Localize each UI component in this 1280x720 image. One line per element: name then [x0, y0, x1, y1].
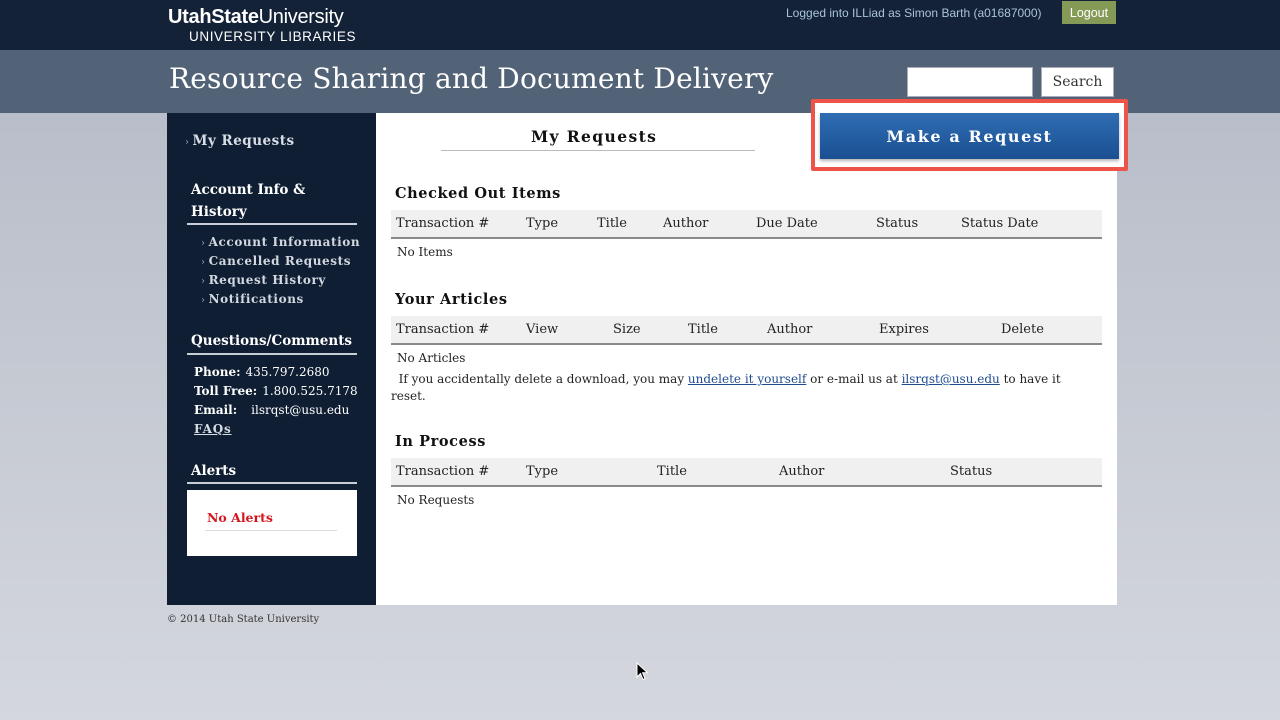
column-header[interactable]: Status: [950, 464, 992, 479]
account-info-heading: Account Info & History: [191, 182, 306, 220]
column-header[interactable]: Type: [526, 464, 558, 479]
in-process-empty: No Requests: [397, 493, 475, 507]
usu-libraries-logo[interactable]: UtahStateUniversity UNIVERSITY LIBRARIES: [168, 5, 356, 45]
sidebar-item-notifications[interactable]: › Notifications: [201, 292, 304, 306]
articles-heading: Your Articles: [395, 291, 508, 308]
email-link[interactable]: ilsrqst@usu.edu: [902, 372, 1000, 386]
articles-table-header: Transaction # View Size Title Author Exp…: [391, 316, 1102, 345]
column-header[interactable]: View: [526, 322, 558, 337]
column-header[interactable]: Type: [526, 216, 558, 231]
chevron-right-icon: ›: [201, 257, 206, 268]
sidebar-divider: [187, 223, 357, 225]
top-bar: UtahStateUniversity UNIVERSITY LIBRARIES…: [0, 0, 1280, 50]
sidebar: › My Requests Account Info & History › Acc…: [167, 113, 376, 605]
column-header[interactable]: Delete: [1001, 322, 1044, 337]
sidebar-item-request-history[interactable]: › Request History: [201, 273, 326, 287]
chevron-right-icon: ›: [185, 137, 190, 148]
column-header[interactable]: Title: [657, 464, 687, 479]
in-process-table-header: Transaction # Type Title Author Status: [391, 458, 1102, 487]
logout-button[interactable]: Logout: [1062, 1, 1116, 24]
search-input[interactable]: [907, 67, 1033, 97]
checked-out-table-header: Transaction # Type Title Author Due Date…: [391, 210, 1102, 239]
chevron-right-icon: ›: [201, 238, 206, 249]
column-header[interactable]: Author: [663, 216, 708, 231]
column-header[interactable]: Size: [613, 322, 641, 337]
questions-heading: Questions/Comments: [191, 333, 353, 349]
undelete-link[interactable]: undelete it yourself: [688, 372, 806, 386]
mouse-cursor-icon: [636, 662, 649, 681]
column-header[interactable]: Author: [779, 464, 824, 479]
logo-wordmark: UtahStateUniversity: [168, 6, 344, 28]
make-request-highlight: Make a Request: [811, 99, 1128, 171]
logo-subtitle: UNIVERSITY LIBRARIES: [189, 29, 357, 44]
sidebar-divider: [187, 482, 357, 484]
chevron-right-icon: ›: [201, 295, 206, 306]
column-header[interactable]: Title: [688, 322, 718, 337]
make-request-button[interactable]: Make a Request: [820, 113, 1119, 159]
site-title: Resource Sharing and Document Delivery: [169, 62, 774, 95]
sidebar-item-cancelled-requests[interactable]: › Cancelled Requests: [201, 254, 351, 268]
column-header[interactable]: Transaction #: [396, 464, 489, 479]
checked-out-heading: Checked Out Items: [395, 185, 561, 202]
faqs-link[interactable]: FAQs: [194, 422, 232, 436]
column-header[interactable]: Transaction #: [396, 216, 489, 231]
column-header[interactable]: Status: [876, 216, 918, 231]
in-process-heading: In Process: [395, 433, 486, 450]
sidebar-item-account-information[interactable]: › Account Information: [201, 235, 360, 249]
column-header[interactable]: Author: [767, 322, 812, 337]
sidebar-item-my-requests[interactable]: › My Requests: [185, 133, 295, 149]
sidebar-divider: [187, 353, 357, 355]
column-header[interactable]: Status Date: [961, 216, 1038, 231]
contact-phone: Phone: 435.797.2680: [194, 365, 330, 379]
undelete-note: If you accidentally delete a download, y…: [391, 372, 1061, 403]
alerts-divider: [205, 530, 337, 531]
column-header[interactable]: Title: [597, 216, 627, 231]
alerts-box: No Alerts: [187, 490, 357, 556]
articles-empty: No Articles: [397, 351, 466, 365]
main-content: My Requests Make a Request Checked Out I…: [376, 99, 1128, 605]
search-button[interactable]: Search: [1041, 67, 1114, 97]
column-header[interactable]: Expires: [879, 322, 929, 337]
column-header[interactable]: Transaction #: [396, 322, 489, 337]
column-header[interactable]: Due Date: [756, 216, 818, 231]
alerts-heading: Alerts: [191, 463, 237, 479]
checked-out-empty: No Items: [397, 245, 453, 259]
title-divider: [441, 150, 755, 151]
login-status: Logged into ILLiad as Simon Barth (a0168…: [786, 6, 1042, 20]
no-alerts-text: No Alerts: [207, 510, 273, 525]
contact-tollfree: Toll Free: 1.800.525.7178: [194, 384, 358, 398]
chevron-right-icon: ›: [201, 276, 206, 287]
footer-copyright: © 2014 Utah State University: [167, 614, 320, 625]
page-title: My Requests: [531, 127, 658, 146]
contact-email: Email: ilsrqst@usu.edu: [194, 403, 350, 417]
